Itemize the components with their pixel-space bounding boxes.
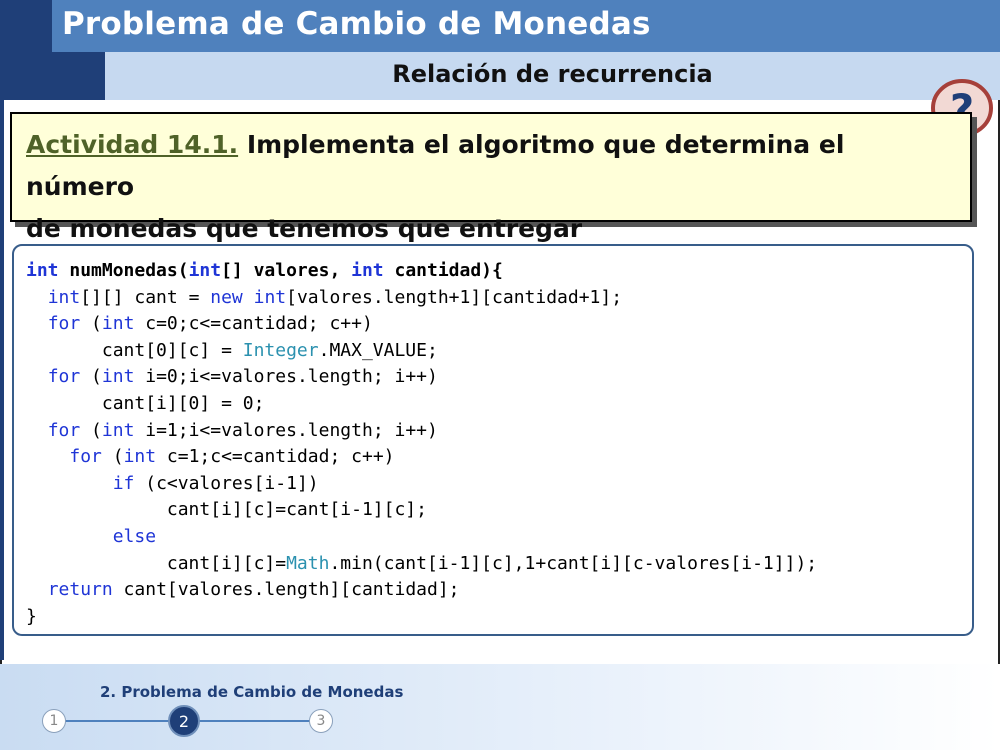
code-token: cantidad){ xyxy=(383,260,503,281)
code-line: int[][] cant = new int[valores.length+1]… xyxy=(26,285,972,312)
code-token: .MAX_VALUE; xyxy=(318,339,438,361)
code-line: for (int c=0;c<=cantidad; c++) xyxy=(26,311,972,338)
activity-text-line2: de monedas que tenemos que entregar xyxy=(26,214,583,243)
code-token: cant[0][c] = xyxy=(26,339,243,361)
code-line: else xyxy=(26,524,972,551)
code-token: c=0;c<=cantidad; c++) xyxy=(134,313,373,335)
code-token: cant[valores.length][cantidad]; xyxy=(112,579,460,601)
code-token: (c<valores[i-1]) xyxy=(134,472,319,494)
code-token: c=1;c<=cantidad; c++) xyxy=(156,446,395,468)
code-token: Integer xyxy=(242,339,319,361)
footer-bar xyxy=(0,664,1000,750)
code-token: Math xyxy=(286,552,330,574)
code-line: cant[i][0] = 0; xyxy=(26,391,972,418)
code-line: return cant[valores.length][cantidad]; xyxy=(26,577,972,604)
code-line: cant[i][c]=cant[i-1][c]; xyxy=(26,497,972,524)
code-token: numMonedas( xyxy=(58,260,189,281)
code-line: for (int c=1;c<=cantidad; c++) xyxy=(26,444,972,471)
code-token: int xyxy=(101,366,135,388)
code-token: else xyxy=(112,525,157,547)
code-line: for (int i=0;i<=valores.length; i++) xyxy=(26,364,972,391)
code-token: int xyxy=(188,260,222,281)
code-token: cant[i][0] = 0; xyxy=(26,392,265,414)
code-box: int numMonedas(int[] valores, int cantid… xyxy=(12,244,974,636)
step-2-button-current[interactable]: 2 xyxy=(168,705,200,737)
code-token: [] valores, xyxy=(221,260,352,281)
code-token: int xyxy=(26,260,59,281)
code-token: if xyxy=(112,472,135,494)
code-token: i=1;i<=valores.length; i++) xyxy=(134,419,438,441)
code-token: .min(cant[i-1][c],1+cant[i][c-valores[i-… xyxy=(329,552,818,574)
code-token: return xyxy=(47,579,113,601)
code-token: cant[i][c]=cant[i-1][c]; xyxy=(26,499,427,521)
code-token: int xyxy=(101,313,135,335)
code-line: cant[0][c] = Integer.MAX_VALUE; xyxy=(26,338,972,365)
code-token: for xyxy=(69,446,102,468)
left-accent-strip xyxy=(0,100,4,660)
activity-box: Actividad 14.1. Implementa el algoritmo … xyxy=(10,112,972,243)
code-token: ( xyxy=(80,419,102,441)
code-token: } xyxy=(26,605,37,627)
code-token: i=0;i<=valores.length; i++) xyxy=(134,366,438,388)
slide-subtitle: Relación de recurrencia xyxy=(392,60,713,88)
code-token: int xyxy=(101,419,135,441)
slide-title: Problema de Cambio de Monedas xyxy=(62,6,651,42)
code-token: ( xyxy=(101,446,124,468)
code-token: [valores.length+1][cantidad+1]; xyxy=(286,286,623,308)
code-line: } xyxy=(26,604,972,631)
code-token: ( xyxy=(80,313,102,335)
step-3-button[interactable]: 3 xyxy=(309,709,333,733)
code-line: int numMonedas(int[] valores, int cantid… xyxy=(26,258,972,285)
code-token: int xyxy=(47,286,81,308)
code-line: for (int i=1;i<=valores.length; i++) xyxy=(26,418,972,445)
code-token: int xyxy=(253,286,287,308)
footer-section-label: 2. Problema de Cambio de Monedas xyxy=(100,683,404,701)
code-token: [][] cant = xyxy=(80,286,211,308)
code-token: for xyxy=(47,313,81,335)
code-token: for xyxy=(47,419,81,441)
step-1-button[interactable]: 1 xyxy=(42,709,66,733)
activity-label: Actividad 14.1. xyxy=(26,130,239,159)
code-token: int xyxy=(123,446,157,468)
code-token: ( xyxy=(80,366,102,388)
code-token: cant[i][c]= xyxy=(26,552,287,574)
subheader-accent-block xyxy=(0,52,105,100)
code-line: cant[i][c]=Math.min(cant[i-1][c],1+cant[… xyxy=(26,551,972,578)
code-line: if (c<valores[i-1]) xyxy=(26,471,972,498)
code-token: int xyxy=(351,260,384,281)
code-token: for xyxy=(47,366,81,388)
code-token: new xyxy=(210,286,243,308)
header-accent-block xyxy=(0,0,52,52)
